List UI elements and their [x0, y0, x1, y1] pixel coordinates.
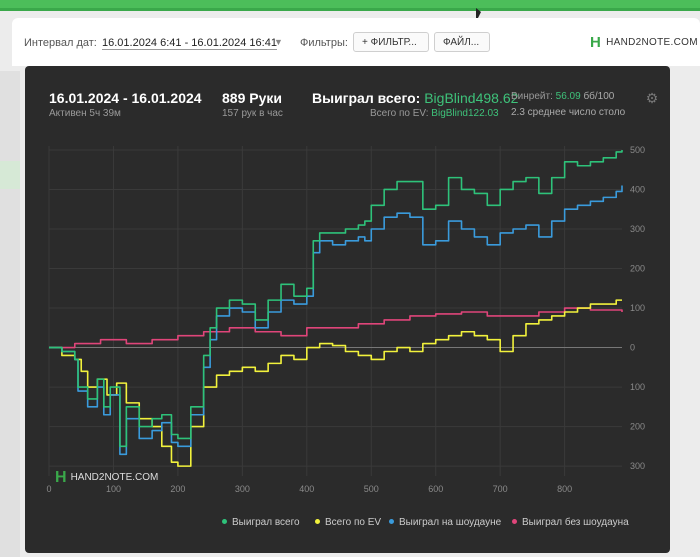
graph-panel: 16.01.2024 - 16.01.2024 Активен 5ч 39м 8…: [25, 66, 670, 553]
x-tick-label: 800: [557, 484, 572, 494]
chevron-down-icon[interactable]: ▼: [274, 37, 283, 47]
x-tick-label: 200: [170, 484, 185, 494]
legend-item-won-total[interactable]: Выиграл всего: [222, 517, 300, 528]
filters-label: Фильтры:: [300, 37, 348, 49]
watermark-logo-icon: H: [55, 469, 67, 486]
y-tick-label: 100: [630, 382, 645, 392]
legend-item-showdown[interactable]: Выиграл на шоудауне: [389, 517, 501, 528]
x-tick-label: 600: [428, 484, 443, 494]
x-tick-label: 300: [235, 484, 250, 494]
add-filter-button[interactable]: + ФИЛЬТР...: [353, 32, 429, 52]
left-sidebar-strip: [0, 71, 20, 557]
file-button[interactable]: ФАЙЛ...: [434, 32, 490, 52]
y-tick-label: 500: [630, 145, 645, 155]
y-tick-label: 200: [630, 422, 645, 432]
series-line: [49, 149, 623, 448]
series-line: [49, 185, 623, 456]
y-tick-label: 300: [630, 224, 645, 234]
series-line: [49, 299, 622, 467]
x-tick-label: 400: [299, 484, 314, 494]
y-tick-label: 400: [630, 184, 645, 194]
interval-label: Интервал дат:: [24, 37, 97, 49]
y-tick-label: 300: [630, 461, 645, 471]
sidebar-selected-item[interactable]: [0, 161, 20, 189]
legend-dot-icon: [315, 519, 320, 524]
x-tick-label: 0: [46, 484, 51, 494]
hand2note-logo-icon: H: [590, 34, 602, 51]
legend-dot-icon: [222, 519, 227, 524]
legend-item-non-showdown[interactable]: Выиграл без шоудауна: [512, 517, 629, 528]
x-tick-label: 700: [493, 484, 508, 494]
chart-watermark: H HAND2NOTE.COM: [55, 469, 159, 486]
hand2note-logo: H HAND2NOTE.COM: [590, 34, 698, 51]
legend-dot-icon: [389, 519, 394, 524]
title-bar: [0, 0, 700, 11]
legend-item-ev[interactable]: Всего по EV: [315, 517, 381, 528]
interval-select[interactable]: 16.01.2024 6:41 - 16.01.2024 16:41: [102, 37, 277, 50]
y-tick-label: 100: [630, 303, 645, 313]
legend-dot-icon: [512, 519, 517, 524]
y-tick-label: 0: [630, 343, 635, 353]
series-line: [49, 307, 623, 349]
filter-toolbar: Интервал дат: 16.01.2024 6:41 - 16.01.20…: [12, 18, 700, 66]
x-tick-label: 500: [364, 484, 379, 494]
y-tick-label: 200: [630, 264, 645, 274]
